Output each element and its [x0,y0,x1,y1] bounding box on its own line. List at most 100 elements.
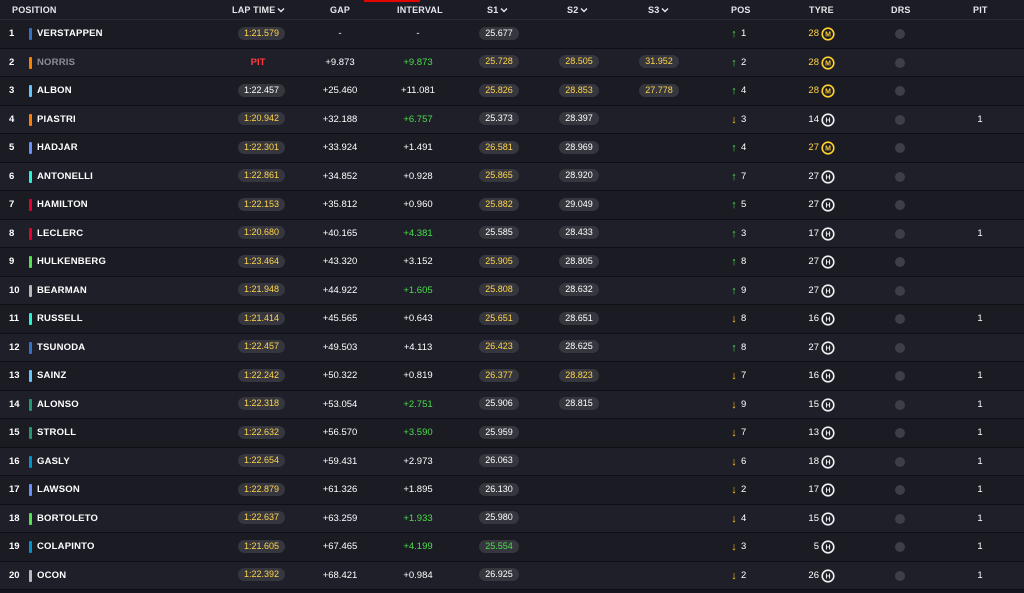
col-s3[interactable]: S3 [648,0,669,20]
position-number: 15 [9,427,20,438]
table-row[interactable]: 19 COLAPINTO 1:21.605 +67.465 +4.199 25.… [0,533,1024,562]
driver-name[interactable]: HAMILTON [37,191,88,219]
lap-time-cell: 1:22.301 [238,134,286,162]
driver-name[interactable]: GASLY [37,448,70,476]
table-row[interactable]: 8 LECLERC 1:20.680 +40.165 +4.381 25.585… [0,219,1024,248]
interval: +4.381 [403,227,433,239]
col-tyre[interactable]: TYRE [809,0,834,20]
driver-name[interactable]: ALONSO [37,391,79,419]
interval: +4.199 [403,541,433,552]
col-gap[interactable]: GAP [330,0,350,20]
position-change: 8 [741,313,747,324]
table-row[interactable]: 14 ALONSO 1:22.318 +53.054 +2.751 25.906… [0,390,1024,419]
table-row[interactable]: 6 ANTONELLI 1:22.861 +34.852 +0.928 25.8… [0,162,1024,191]
col-lap-time[interactable]: LAP TIME [232,0,285,20]
driver-name[interactable]: OCON [37,562,66,590]
tyre-compound-icon: M [821,141,835,155]
table-row[interactable]: 13 SAINZ 1:22.242 +50.322 +0.819 26.377 … [0,362,1024,391]
tyre-compound-icon: H [821,540,835,554]
driver-name[interactable]: STROLL [37,419,76,447]
interval: +3.590 [403,427,433,438]
driver-name[interactable]: TSUNODA [37,334,85,362]
chevron-down-icon [277,8,285,13]
gap: +35.812 [322,199,358,210]
driver-name[interactable]: ANTONELLI [37,163,93,191]
s3-cell [638,505,680,533]
s1-cell: 25.585 [478,220,520,248]
col-pit-label: PIT [973,5,988,15]
arrow-up-icon: ↑ [731,284,737,297]
position-number: 18 [9,512,20,524]
col-pos[interactable]: POS [731,0,751,20]
driver-name[interactable]: RUSSELL [37,305,83,333]
s1-cell: 25.865 [478,163,520,191]
driver-name[interactable]: NORRIS [37,49,75,77]
sector-s1: 25.865 [479,169,519,183]
position-number: 1 [9,28,15,39]
s2-cell: 28.920 [558,163,600,191]
driver-name[interactable]: SAINZ [37,362,67,390]
col-interval[interactable]: INTERVAL [397,0,443,20]
driver-name[interactable]: ALBON [37,77,72,105]
table-row[interactable]: 12 TSUNODA 1:22.457 +49.503 +4.113 26.42… [0,333,1024,362]
table-row[interactable]: 17 LAWSON 1:22.879 +61.326 +1.895 26.130… [0,476,1024,505]
gap: +32.188 [322,113,358,125]
lap-time-cell: 1:22.153 [238,191,286,219]
svg-text:H: H [825,374,830,381]
position-number: 4 [9,113,15,125]
sector-s1: 26.130 [479,482,519,496]
table-row[interactable]: 16 GASLY 1:22.654 +59.431 +2.973 26.063 … [0,447,1024,476]
table-row[interactable]: 4 PIASTRI 1:20.942 +32.188 +6.757 25.373… [0,105,1024,134]
table-row[interactable]: 2 NORRIS PIT +9.873 +9.873 25.728 28.505… [0,48,1024,77]
driver-name[interactable]: HADJAR [37,134,78,162]
lap-time-cell: 1:22.457 [238,334,286,362]
table-row[interactable]: 3 ALBON 1:22.457 +25.460 +11.081 25.826 … [0,77,1024,106]
tyre-laps: 28 [808,56,819,68]
table-row[interactable]: 18 BORTOLETO 1:22.637 +63.259 +1.933 25.… [0,504,1024,533]
svg-text:H: H [825,516,830,523]
driver-name[interactable]: COLAPINTO [37,533,95,561]
col-drs[interactable]: DRS [891,0,911,20]
driver-name[interactable]: LAWSON [37,476,80,504]
gap: +40.165 [322,227,358,239]
s3-cell [638,134,680,162]
tyre-laps: 27 [808,256,819,267]
driver-name[interactable]: VERSTAPPEN [37,20,103,48]
driver-name[interactable]: BEARMAN [37,277,87,305]
interval: - [416,28,420,39]
table-row[interactable]: 15 STROLL 1:22.632 +56.570 +3.590 25.959… [0,419,1024,448]
table-row[interactable]: 10 BEARMAN 1:21.948 +44.922 +1.605 25.80… [0,276,1024,305]
lap-time: 1:22.242 [238,368,286,382]
col-s2[interactable]: S2 [567,0,588,20]
table-row[interactable]: 7 HAMILTON 1:22.153 +35.812 +0.960 25.88… [0,191,1024,220]
driver-name[interactable]: PIASTRI [37,106,76,134]
sector-s1: 25.826 [479,83,519,97]
col-pit[interactable]: PIT [973,0,988,20]
table-row[interactable]: 1 VERSTAPPEN 1:21.579 - - 25.677 ↑ 1 28 … [0,20,1024,49]
driver-name[interactable]: BORTOLETO [37,505,98,533]
table-row[interactable]: 5 HADJAR 1:22.301 +33.924 +1.491 26.581 … [0,134,1024,163]
col-drs-label: DRS [891,5,911,15]
position-change: 3 [741,541,747,552]
position-number: 2 [9,56,15,68]
drs-indicator [895,428,905,438]
sector-s2: 28.969 [559,140,599,154]
col-position[interactable]: POSITION [12,0,57,20]
sector-s1: 25.373 [479,112,519,126]
interval: +0.984 [403,569,433,581]
s3-cell [638,220,680,248]
s2-cell: 28.805 [558,248,600,276]
sector-s2: 28.397 [559,112,599,126]
interval: +6.757 [403,113,433,125]
team-color-bar [29,256,32,268]
lap-time-cell: 1:22.861 [238,163,286,191]
driver-name[interactable]: HULKENBERG [37,248,106,276]
gap: - [338,28,342,39]
table-row[interactable]: 9 HULKENBERG 1:23.464 +43.320 +3.152 25.… [0,248,1024,277]
tyre-laps: 5 [813,541,819,552]
sector-s1: 25.906 [479,397,519,411]
col-s1[interactable]: S1 [487,0,508,20]
table-row[interactable]: 11 RUSSELL 1:21.414 +45.565 +0.643 25.65… [0,305,1024,334]
table-row[interactable]: 20 OCON 1:22.392 +68.421 +0.984 26.925 ↓… [0,561,1024,590]
driver-name[interactable]: LECLERC [37,220,83,248]
